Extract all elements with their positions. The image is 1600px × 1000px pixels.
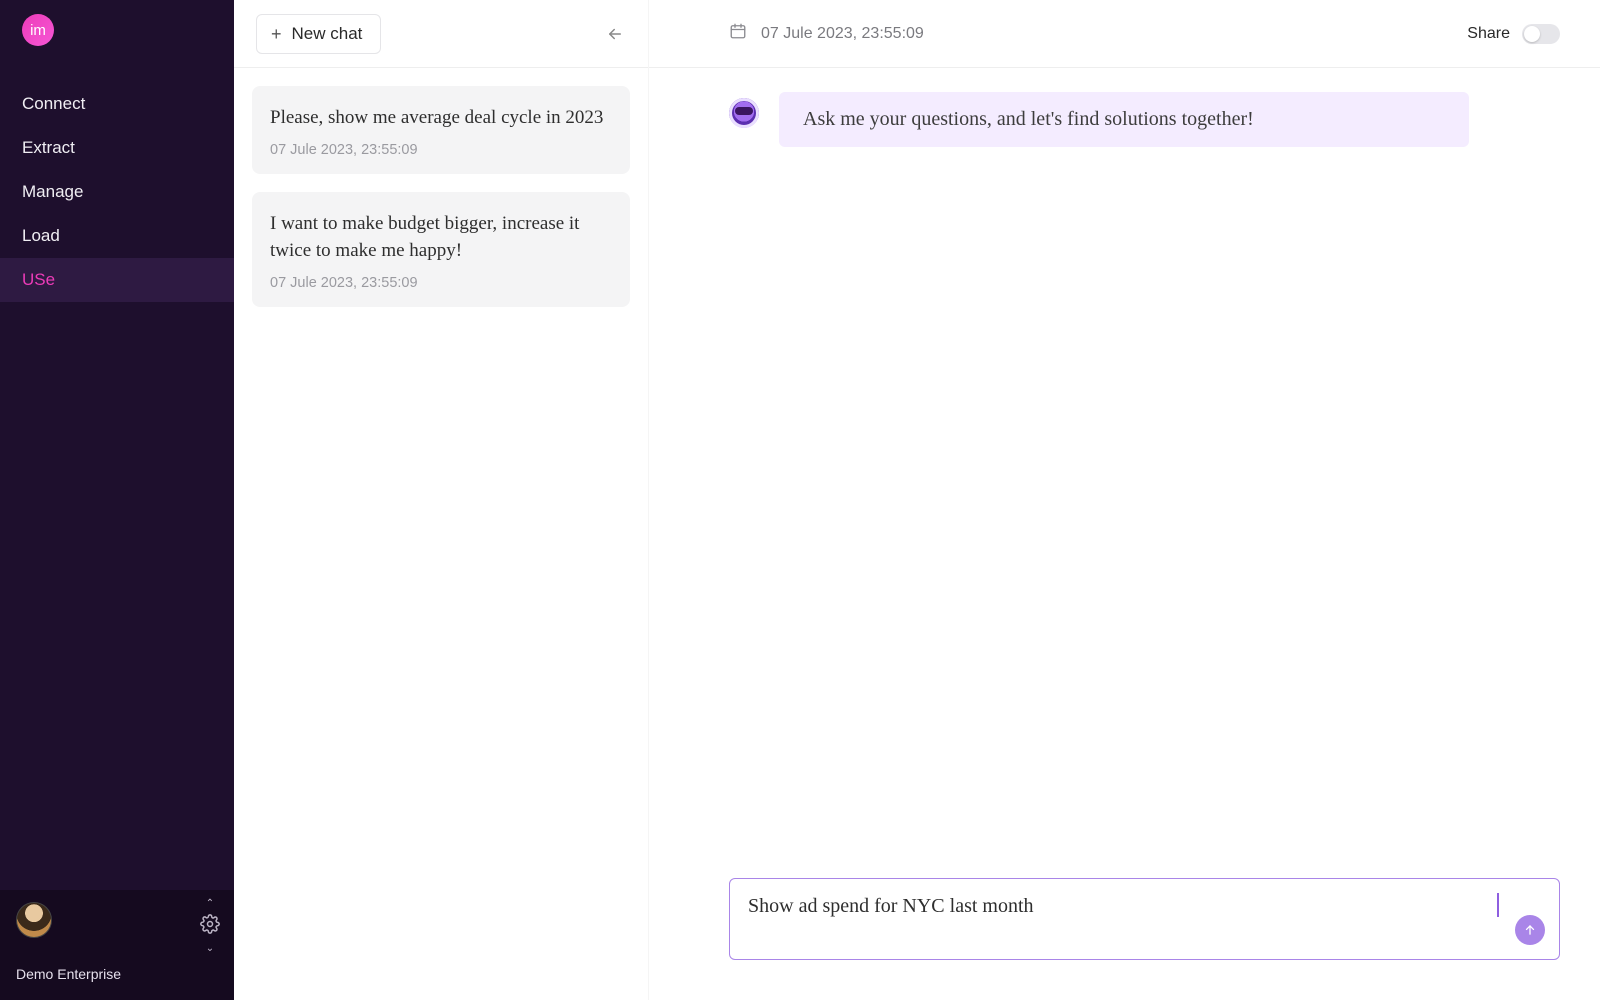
sidebar-spacer: [0, 302, 234, 890]
chat-list-item[interactable]: Please, show me average deal cycle in 20…: [252, 86, 630, 174]
message-composer[interactable]: Show ad spend for NYC last month: [729, 878, 1560, 960]
sidebar: im Connect Extract Manage Load USe Demo …: [0, 0, 234, 1000]
sidebar-item-label: Connect: [22, 94, 85, 113]
chat-item-title: I want to make budget bigger, increase i…: [270, 210, 612, 265]
chat-item-timestamp: 07 Jule 2023, 23:55:09: [270, 142, 612, 158]
sidebar-item-label: Extract: [22, 138, 75, 157]
logo-text: im: [30, 22, 46, 39]
chat-items: Please, show me average deal cycle in 20…: [234, 68, 648, 325]
header-right: Share: [1467, 24, 1560, 44]
sidebar-item-extract[interactable]: Extract: [0, 126, 234, 170]
bot-message-text: Ask me your questions, and let's find so…: [803, 108, 1254, 130]
composer-input[interactable]: Show ad spend for NYC last month: [748, 895, 1487, 918]
share-toggle[interactable]: [1522, 24, 1560, 44]
user-avatar[interactable]: [16, 902, 52, 938]
workspace-name: Demo Enterprise: [16, 966, 121, 982]
sidebar-item-use[interactable]: USe: [0, 258, 234, 302]
chat-item-timestamp: 07 Jule 2023, 23:55:09: [270, 275, 612, 291]
share-label: Share: [1467, 25, 1510, 43]
sidebar-item-load[interactable]: Load: [0, 214, 234, 258]
new-chat-button[interactable]: + New chat: [256, 14, 381, 54]
chat-list-item[interactable]: I want to make budget bigger, increase i…: [252, 192, 630, 307]
chat-list-panel: + New chat Please, show me average deal …: [234, 0, 649, 1000]
bot-message-row: Ask me your questions, and let's find so…: [729, 92, 1520, 147]
footer-controls: ⌃ ⌄: [200, 900, 220, 953]
bot-message-bubble: Ask me your questions, and let's find so…: [779, 92, 1469, 147]
composer-area: Show ad spend for NYC last month: [649, 878, 1600, 1000]
settings-icon[interactable]: [200, 914, 220, 939]
sidebar-nav: Connect Extract Manage Load USe: [0, 56, 234, 302]
logo-container: im: [0, 0, 234, 56]
toggle-knob: [1524, 26, 1540, 42]
chat-list-header: + New chat: [234, 0, 648, 68]
sidebar-item-label: Manage: [22, 182, 83, 201]
new-chat-label: New chat: [292, 24, 363, 44]
collapse-panel-button[interactable]: [604, 23, 626, 45]
sidebar-item-connect[interactable]: Connect: [0, 82, 234, 126]
chevron-down-icon[interactable]: ⌄: [206, 945, 214, 953]
send-button[interactable]: [1515, 915, 1545, 945]
sidebar-item-label: USe: [22, 270, 55, 289]
plus-icon: +: [271, 25, 282, 43]
bot-avatar-icon: [729, 98, 759, 128]
sidebar-item-manage[interactable]: Manage: [0, 170, 234, 214]
conversation-header: 07 Jule 2023, 23:55:09 Share: [649, 0, 1600, 68]
sidebar-item-label: Load: [22, 226, 60, 245]
chevron-up-icon[interactable]: ⌃: [206, 900, 214, 908]
header-timestamp: 07 Jule 2023, 23:55:09: [761, 25, 924, 43]
sidebar-footer: Demo Enterprise ⌃ ⌄: [0, 890, 234, 1000]
text-caret: [1497, 893, 1499, 917]
header-left: 07 Jule 2023, 23:55:09: [729, 22, 924, 45]
calendar-icon: [729, 22, 747, 45]
conversation-panel: 07 Jule 2023, 23:55:09 Share Ask me your…: [649, 0, 1600, 1000]
conversation-body: Ask me your questions, and let's find so…: [649, 68, 1600, 878]
chat-item-title: Please, show me average deal cycle in 20…: [270, 104, 612, 132]
app-logo[interactable]: im: [22, 14, 54, 46]
